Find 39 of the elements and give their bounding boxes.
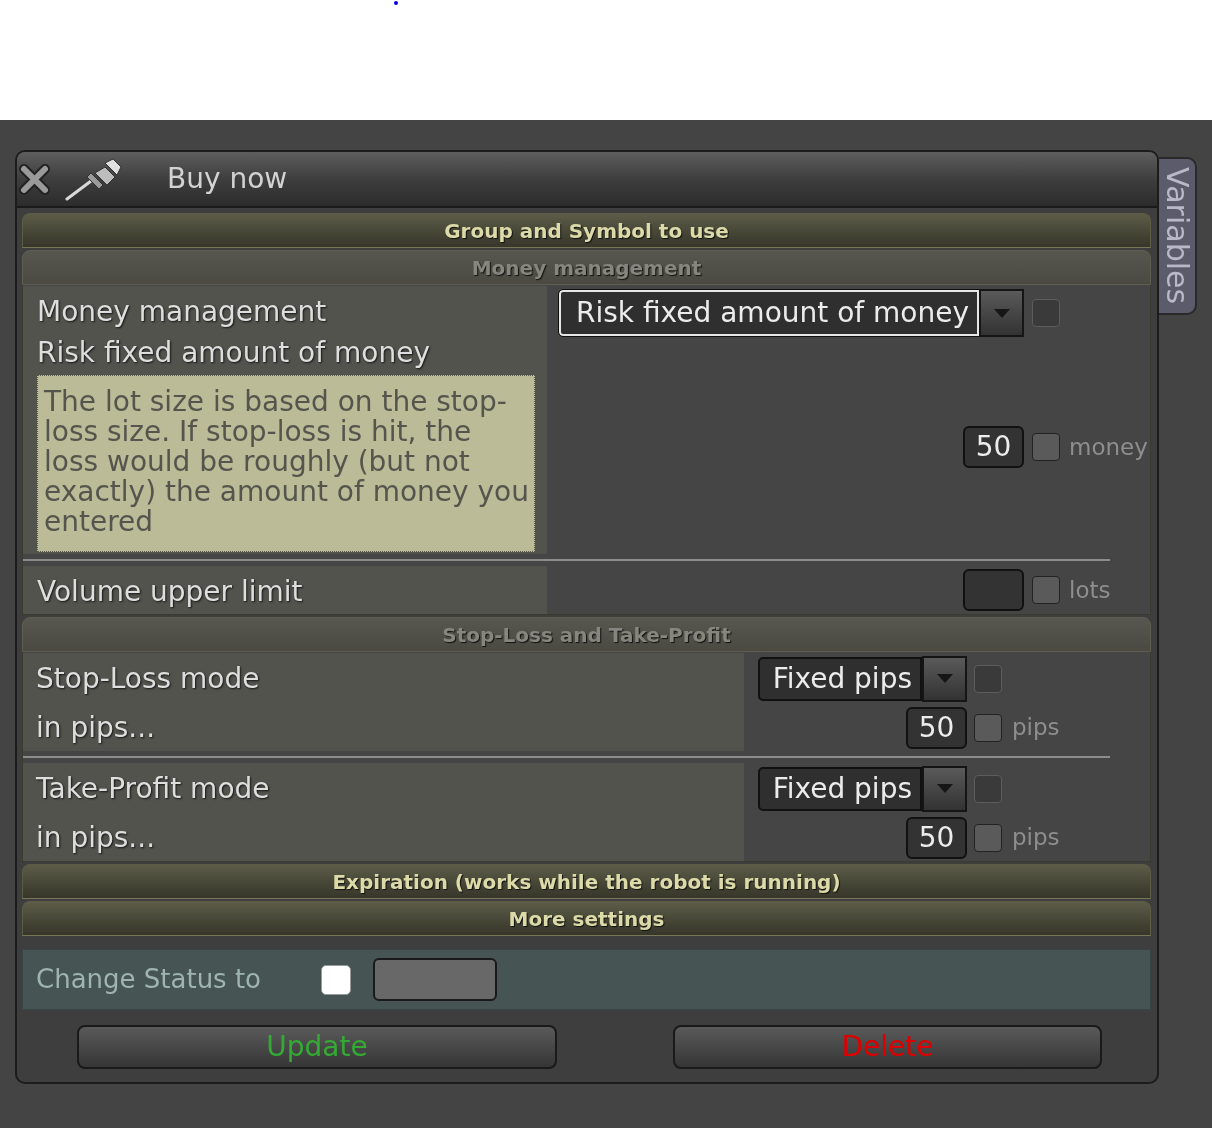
- number-field[interactable]: 50: [963, 426, 1024, 468]
- unit-label: money: [1069, 432, 1148, 462]
- close-icon[interactable]: [17, 161, 52, 197]
- setting-label: in pips...: [36, 819, 156, 856]
- status-label: Change Status to: [36, 963, 263, 996]
- checkbox[interactable]: [321, 964, 351, 995]
- section-header[interactable]: Group and Symbol to use: [22, 213, 1151, 248]
- checkbox[interactable]: [974, 823, 1002, 852]
- dropdown-field[interactable]: Risk fixed amount of money: [559, 290, 979, 336]
- window-title: Buy now: [167, 165, 288, 193]
- checkbox[interactable]: [1032, 576, 1060, 604]
- side-tab[interactable]: Variables: [1159, 157, 1197, 315]
- setting-label: Stop-Loss mode: [36, 660, 260, 697]
- caret-icon: [936, 674, 953, 683]
- section-header[interactable]: Expiration (works while the robot is running): [22, 864, 1151, 899]
- pin-icon[interactable]: [65, 157, 123, 201]
- status-field[interactable]: [373, 958, 497, 1001]
- number-field[interactable]: 50: [906, 816, 967, 859]
- caret-icon: [936, 784, 953, 793]
- dropdown-field[interactable]: Fixed pips: [757, 766, 922, 811]
- caret-icon: [993, 308, 1010, 318]
- setting-label: in pips...: [36, 709, 156, 746]
- checkbox[interactable]: [1032, 433, 1060, 461]
- section-header[interactable]: More settings: [22, 901, 1151, 936]
- number-field[interactable]: 50: [906, 706, 967, 749]
- setting-label: Volume upper limit: [37, 573, 303, 610]
- setting-label: Risk fixed amount of money: [37, 334, 430, 371]
- setting-label: Money management: [37, 293, 327, 330]
- dropdown-button[interactable]: [922, 765, 967, 812]
- checkbox[interactable]: [974, 713, 1002, 742]
- unit-label: lots: [1069, 575, 1111, 605]
- unit-label: pips: [1012, 713, 1060, 743]
- setting-label: Take-Profit mode: [36, 770, 270, 807]
- dropdown-button[interactable]: [979, 289, 1024, 337]
- number-field[interactable]: [963, 569, 1024, 611]
- unit-label: pips: [1012, 823, 1060, 853]
- dropdown-button[interactable]: [922, 655, 967, 702]
- dropdown-field[interactable]: Fixed pips: [757, 656, 922, 701]
- description-note: The lot size is based on the stop-loss size. If stop-loss is hit, the loss would be roughly (but not exactly) the amount of money you entered: [37, 375, 535, 552]
